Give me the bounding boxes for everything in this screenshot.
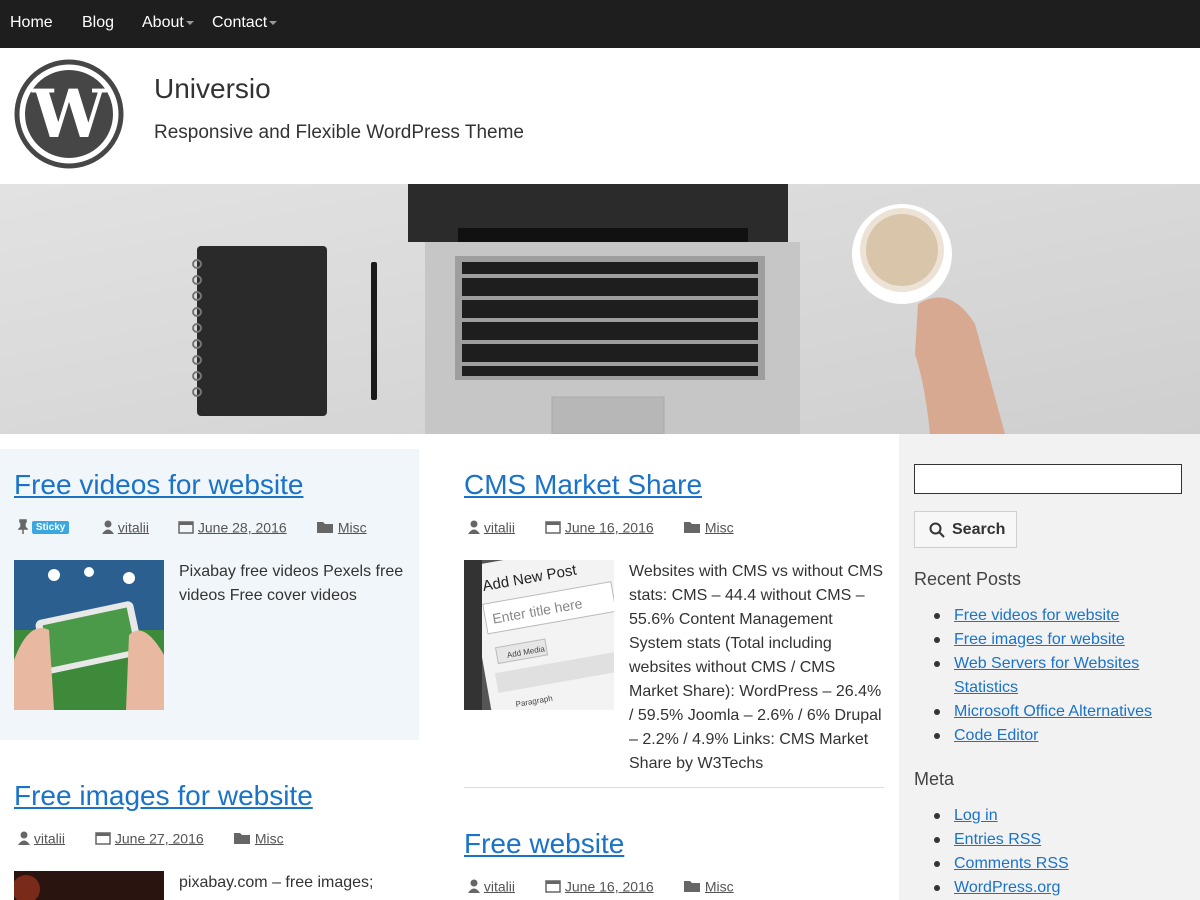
site-description: Responsive and Flexible WordPress Theme bbox=[154, 122, 524, 143]
recent-post-link[interactable]: Free videos for website bbox=[954, 607, 1119, 624]
search-button[interactable]: Search bbox=[914, 511, 1017, 548]
list-item: Free videos for website bbox=[914, 604, 1184, 628]
calendar-icon bbox=[178, 521, 194, 535]
post-author[interactable]: vitalii bbox=[484, 519, 515, 535]
folder-icon bbox=[684, 522, 700, 534]
list-item: Web Servers for Websites Statistics bbox=[914, 652, 1184, 700]
chevron-down-icon bbox=[185, 20, 194, 25]
user-icon bbox=[468, 879, 480, 894]
post-author[interactable]: vitalii bbox=[118, 519, 149, 535]
post-divider bbox=[464, 787, 884, 788]
sticky-badge: Sticky bbox=[31, 520, 70, 534]
nav-item-about[interactable]: About bbox=[142, 0, 194, 48]
post-title[interactable]: Free website bbox=[464, 828, 624, 860]
post-meta: Sticky vitalii June 28, 2016 Misc bbox=[14, 518, 414, 540]
list-item: Free images for website bbox=[914, 628, 1184, 652]
meta-link-comments-rss[interactable]: Comments RSS bbox=[954, 855, 1069, 872]
post-author[interactable]: vitalii bbox=[34, 830, 65, 846]
post-excerpt: Websites with CMS vs without CMS stats: … bbox=[629, 563, 883, 772]
post-meta: vitalii June 16, 2016 Misc bbox=[464, 518, 864, 540]
post-excerpt: Pixabay free videos Pexels free videos F… bbox=[179, 563, 404, 604]
list-item: Microsoft Office Alternatives bbox=[914, 700, 1184, 724]
post-meta: vitalii June 27, 2016 Misc bbox=[14, 829, 414, 851]
post-category[interactable]: Misc bbox=[255, 830, 284, 846]
list-item: WordPress.org bbox=[914, 876, 1184, 900]
recent-post-link[interactable]: Microsoft Office Alternatives bbox=[954, 703, 1152, 720]
meta-link-wordpress-org[interactable]: WordPress.org bbox=[954, 879, 1060, 896]
post-date[interactable]: June 28, 2016 bbox=[198, 519, 287, 535]
post-thumbnail[interactable]: Add New Post Enter title here Add Media … bbox=[464, 560, 614, 710]
post-date[interactable]: June 16, 2016 bbox=[565, 878, 654, 894]
nav-item-home[interactable]: Home bbox=[10, 0, 53, 48]
list-item: Comments RSS bbox=[914, 852, 1184, 876]
nav-label-contact: Contact bbox=[212, 14, 268, 31]
user-icon bbox=[468, 520, 480, 535]
folder-icon bbox=[684, 881, 700, 893]
post-meta: vitalii June 16, 2016 Misc bbox=[464, 877, 864, 899]
post-thumbnail[interactable] bbox=[14, 560, 164, 710]
folder-icon bbox=[234, 833, 250, 845]
list-item: Entries RSS bbox=[914, 828, 1184, 852]
list-item: Code Editor bbox=[914, 724, 1184, 748]
meta-link-entries-rss[interactable]: Entries RSS bbox=[954, 831, 1041, 848]
recent-post-link[interactable]: Free images for website bbox=[954, 631, 1125, 648]
post-thumbnail[interactable] bbox=[14, 871, 164, 900]
post-title[interactable]: Free images for website bbox=[14, 780, 313, 812]
recent-posts-list: Free videos for website Free images for … bbox=[914, 604, 1184, 748]
search-icon bbox=[929, 522, 945, 538]
recent-posts-title: Recent Posts bbox=[914, 569, 1022, 589]
post-excerpt: pixabay.com – free images; bbox=[179, 874, 374, 891]
header-image bbox=[0, 184, 1200, 434]
post-date[interactable]: June 16, 2016 bbox=[565, 519, 654, 535]
chevron-down-icon bbox=[269, 20, 278, 25]
nav-item-blog[interactable]: Blog bbox=[82, 0, 114, 48]
calendar-icon bbox=[545, 880, 561, 894]
search-button-label: Search bbox=[952, 521, 1006, 538]
folder-icon bbox=[317, 522, 333, 534]
top-navigation: Home Blog About Contact bbox=[0, 0, 1200, 48]
nav-item-contact[interactable]: Contact bbox=[212, 0, 278, 48]
wordpress-logo[interactable]: W bbox=[14, 59, 124, 169]
post-title[interactable]: CMS Market Share bbox=[464, 469, 702, 501]
post-author[interactable]: vitalii bbox=[484, 878, 515, 894]
user-icon bbox=[18, 831, 30, 846]
search-input[interactable] bbox=[914, 464, 1182, 494]
list-item: Log in bbox=[914, 804, 1184, 828]
post-title[interactable]: Free videos for website bbox=[14, 469, 303, 501]
nav-label-about: About bbox=[142, 14, 184, 31]
meta-link-login[interactable]: Log in bbox=[954, 807, 998, 824]
post-category[interactable]: Misc bbox=[705, 519, 734, 535]
pin-icon bbox=[18, 519, 28, 535]
user-icon bbox=[102, 520, 114, 535]
post-category[interactable]: Misc bbox=[338, 519, 367, 535]
recent-post-link[interactable]: Web Servers for Websites Statistics bbox=[954, 655, 1139, 696]
post-date[interactable]: June 27, 2016 bbox=[115, 830, 204, 846]
nav-label-home: Home bbox=[10, 14, 53, 31]
recent-post-link[interactable]: Code Editor bbox=[954, 727, 1039, 744]
calendar-icon bbox=[545, 521, 561, 535]
nav-label-blog: Blog bbox=[82, 14, 115, 31]
calendar-icon bbox=[95, 832, 111, 846]
site-title[interactable]: Universio bbox=[154, 73, 271, 105]
meta-list: Log in Entries RSS Comments RSS WordPres… bbox=[914, 804, 1184, 900]
post-category[interactable]: Misc bbox=[705, 878, 734, 894]
svg-text:W: W bbox=[31, 75, 107, 153]
meta-title: Meta bbox=[914, 769, 955, 789]
